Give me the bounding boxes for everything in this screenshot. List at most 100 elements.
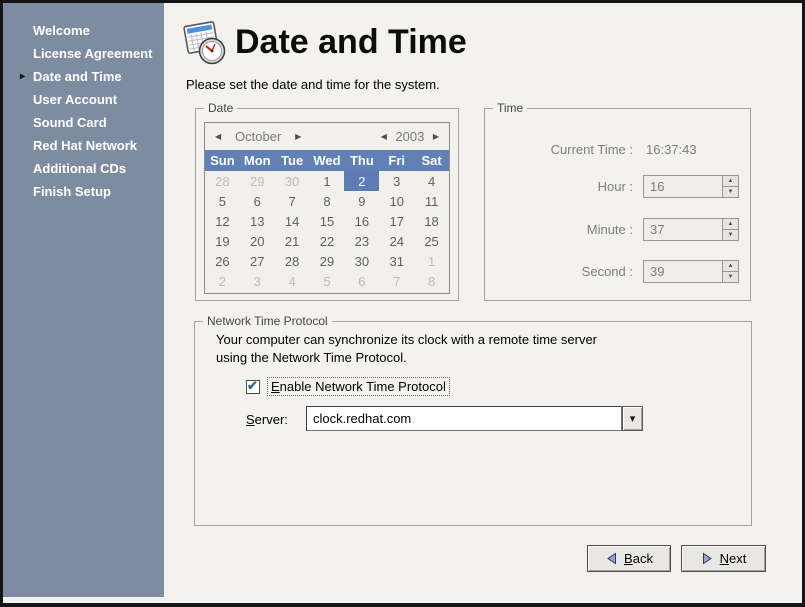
active-step-marker-icon: ▸ <box>20 65 25 88</box>
calendar-day[interactable]: 26 <box>205 251 240 271</box>
calendar-day[interactable]: 25 <box>414 231 449 251</box>
second-value[interactable]: 39 <box>644 261 722 282</box>
calendar-day[interactable]: 5 <box>205 191 240 211</box>
calendar-day-headers: Sun Mon Tue Wed Thu Fri Sat <box>205 150 449 171</box>
calendar-day[interactable]: 31 <box>379 251 414 271</box>
calendar-day[interactable]: 8 <box>414 271 449 291</box>
calendar-day[interactable]: 4 <box>275 271 310 291</box>
second-spin-buttons: ▲ ▼ <box>722 261 738 282</box>
ntp-enable-checkbox[interactable]: ✔ <box>246 380 260 394</box>
ntp-description-line1: Your computer can synchronize its clock … <box>216 332 597 347</box>
sidebar-item-date-and-time: ▸ Date and Time <box>3 65 164 88</box>
calendar-day[interactable]: 10 <box>379 191 414 211</box>
day-header: Sun <box>205 150 240 171</box>
calendar-day[interactable]: 7 <box>275 191 310 211</box>
sidebar-item-user-account: User Account <box>3 88 164 111</box>
calendar-month: October <box>225 129 291 144</box>
minute-value[interactable]: 37 <box>644 219 722 240</box>
sidebar-item-label: License Agreement <box>33 46 152 61</box>
sidebar-item-label: Finish Setup <box>33 184 111 199</box>
next-button[interactable]: Next <box>681 545 766 572</box>
sidebar-item-label: Additional CDs <box>33 161 126 176</box>
sidebar-item-license-agreement: License Agreement <box>3 42 164 65</box>
next-button-label: Next <box>720 551 747 566</box>
sidebar: Welcome License Agreement ▸ Date and Time… <box>3 3 164 597</box>
calendar-day[interactable]: 3 <box>379 171 414 191</box>
spin-down-icon[interactable]: ▼ <box>723 272 738 282</box>
calendar-day[interactable]: 29 <box>240 171 275 191</box>
calendar-day[interactable]: 8 <box>310 191 345 211</box>
sidebar-item-welcome: Welcome <box>3 19 164 42</box>
month-next-icon[interactable]: ▶ <box>291 132 305 141</box>
year-prev-icon[interactable]: ◀ <box>377 132 391 141</box>
calendar-day[interactable]: 11 <box>414 191 449 211</box>
sidebar-item-label: User Account <box>33 92 117 107</box>
calendar-day-selected[interactable]: 2 <box>344 171 379 191</box>
sidebar-item-red-hat-network: Red Hat Network <box>3 134 164 157</box>
calendar-day[interactable]: 28 <box>275 251 310 271</box>
ntp-enable-label[interactable]: Enable Network Time Protocol <box>267 377 450 396</box>
calendar-day[interactable]: 29 <box>310 251 345 271</box>
month-prev-icon[interactable]: ◀ <box>211 132 225 141</box>
calendar-day[interactable]: 4 <box>414 171 449 191</box>
calendar-day[interactable]: 24 <box>379 231 414 251</box>
spin-up-icon[interactable]: ▲ <box>723 219 738 230</box>
sidebar-item-finish-setup: Finish Setup <box>3 180 164 203</box>
sidebar-item-label: Welcome <box>33 23 90 38</box>
day-header: Sat <box>414 150 449 171</box>
year-next-icon[interactable]: ▶ <box>429 132 443 141</box>
calendar-day[interactable]: 27 <box>240 251 275 271</box>
calendar-day[interactable]: 6 <box>240 191 275 211</box>
calendar-day[interactable]: 1 <box>414 251 449 271</box>
calendar-day[interactable]: 15 <box>310 211 345 231</box>
page-title: Date and Time <box>235 23 467 62</box>
calendar-day[interactable]: 21 <box>275 231 310 251</box>
hour-value[interactable]: 16 <box>644 176 722 197</box>
calendar-day[interactable]: 1 <box>310 171 345 191</box>
hour-spinner[interactable]: 16 ▲ ▼ <box>643 175 739 198</box>
calendar-day[interactable]: 30 <box>275 171 310 191</box>
next-arrow-icon <box>701 552 714 565</box>
minute-spinner[interactable]: 37 ▲ ▼ <box>643 218 739 241</box>
calendar-day[interactable]: 5 <box>310 271 345 291</box>
calendar-day[interactable]: 22 <box>310 231 345 251</box>
back-button[interactable]: Back <box>587 545 671 572</box>
calendar-day[interactable]: 16 <box>344 211 379 231</box>
calendar-day[interactable]: 6 <box>344 271 379 291</box>
calendar-day[interactable]: 9 <box>344 191 379 211</box>
calendar-day[interactable]: 30 <box>344 251 379 271</box>
calendar-day[interactable]: 28 <box>205 171 240 191</box>
calendar-day[interactable]: 3 <box>240 271 275 291</box>
back-button-label: Back <box>624 551 653 566</box>
calendar-day[interactable]: 14 <box>275 211 310 231</box>
calendar-day[interactable]: 17 <box>379 211 414 231</box>
calendar-day[interactable]: 12 <box>205 211 240 231</box>
checkmark-icon: ✔ <box>247 378 258 394</box>
calendar-nav: ◀ October ▶ ◀ 2003 ▶ <box>205 123 449 150</box>
calendar-day[interactable]: 7 <box>379 271 414 291</box>
sidebar-item-label: Sound Card <box>33 115 107 130</box>
calendar-day[interactable]: 2 <box>205 271 240 291</box>
minute-label: Minute : <box>485 222 633 237</box>
calendar-day[interactable]: 18 <box>414 211 449 231</box>
spin-up-icon[interactable]: ▲ <box>723 176 738 187</box>
dropdown-arrow-icon: ▾ <box>630 412 636 425</box>
sidebar-item-label: Date and Time <box>33 69 122 84</box>
spin-down-icon[interactable]: ▼ <box>723 187 738 197</box>
calendar-day[interactable]: 23 <box>344 231 379 251</box>
minute-spin-buttons: ▲ ▼ <box>722 219 738 240</box>
spin-down-icon[interactable]: ▼ <box>723 230 738 240</box>
server-dropdown-button[interactable]: ▾ <box>622 406 643 431</box>
calendar-day[interactable]: 13 <box>240 211 275 231</box>
page-subtitle: Please set the date and time for the sys… <box>186 77 440 92</box>
ntp-group: Network Time Protocol Your computer can … <box>194 321 752 526</box>
calendar-day[interactable]: 19 <box>205 231 240 251</box>
calendar-grid: 2829301234567891011121314151617181920212… <box>205 171 449 291</box>
server-input[interactable]: clock.redhat.com <box>306 406 622 431</box>
calendar-day[interactable]: 20 <box>240 231 275 251</box>
spin-up-icon[interactable]: ▲ <box>723 261 738 272</box>
second-spinner[interactable]: 39 ▲ ▼ <box>643 260 739 283</box>
ntp-enable-row: ✔ Enable Network Time Protocol <box>246 377 450 396</box>
current-time-value: 16:37:43 <box>646 142 697 157</box>
calendar-clock-icon <box>179 18 229 68</box>
